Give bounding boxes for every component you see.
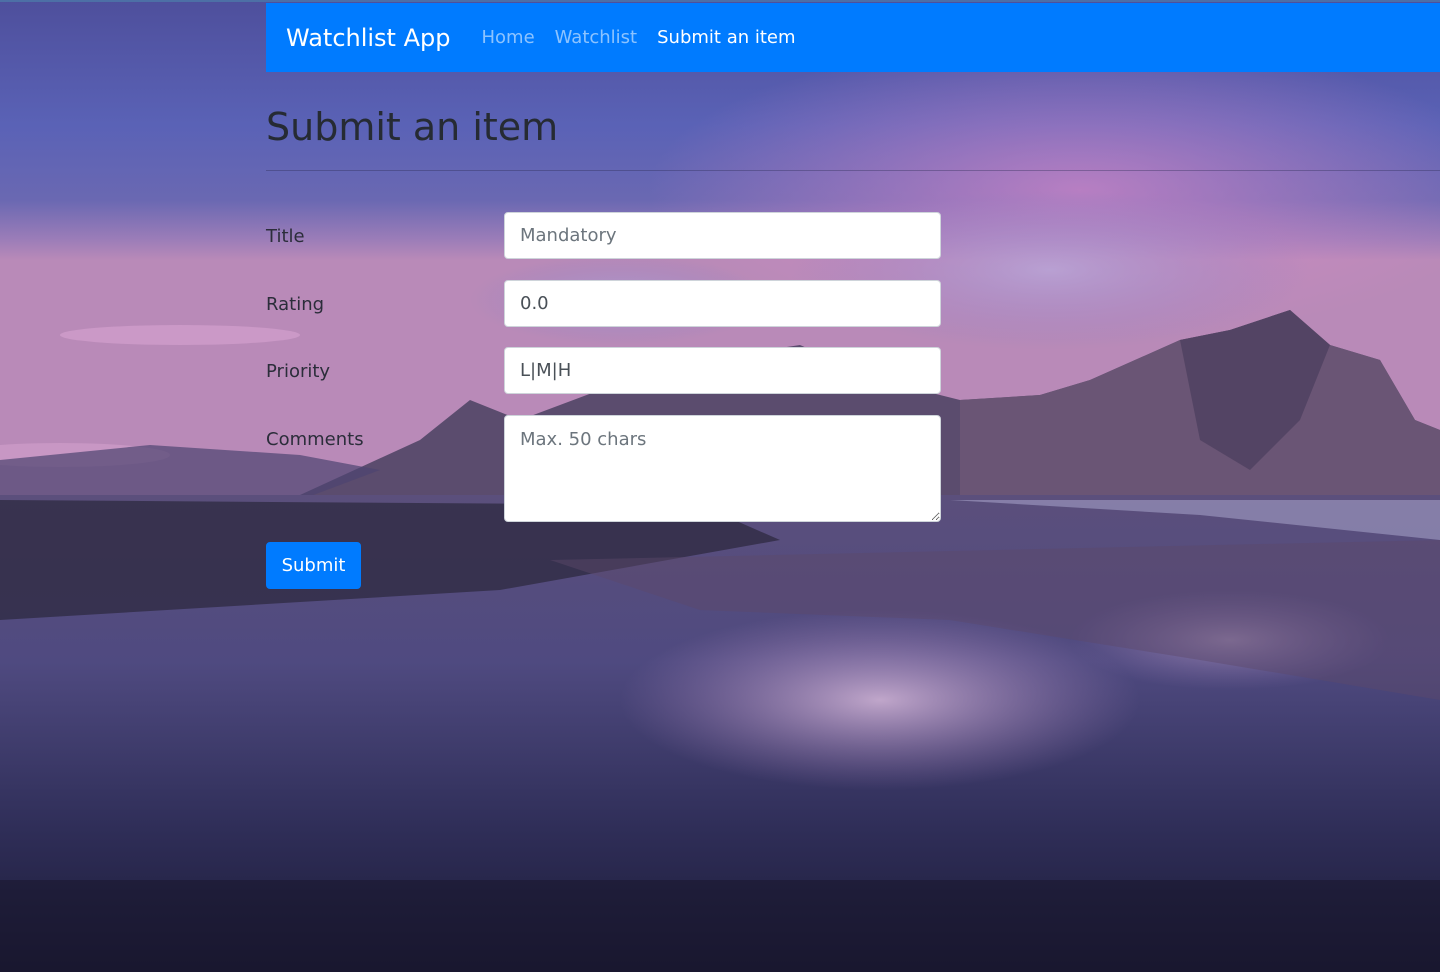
title-input[interactable] — [504, 212, 941, 259]
nav-link-submit-an-item[interactable]: Submit an item — [657, 27, 795, 48]
navbar: Watchlist App Home Watchlist Submit an i… — [266, 3, 1440, 72]
rating-label: Rating — [266, 294, 325, 315]
title-divider — [266, 170, 1440, 171]
title-label: Title — [266, 226, 305, 247]
comments-textarea[interactable] — [504, 415, 941, 522]
priority-input[interactable] — [504, 347, 941, 394]
nav-link-home[interactable]: Home — [481, 27, 534, 48]
page-title: Submit an item — [266, 105, 559, 149]
nav-links: Home Watchlist Submit an item — [481, 27, 815, 48]
submit-button[interactable]: Submit — [266, 542, 361, 589]
navbar-brand[interactable]: Watchlist App — [286, 24, 450, 52]
nav-link-watchlist[interactable]: Watchlist — [555, 27, 637, 48]
window-top-border — [0, 0, 1440, 2]
comments-label: Comments — [266, 429, 364, 450]
priority-label: Priority — [266, 361, 331, 382]
rating-input[interactable] — [504, 280, 941, 327]
